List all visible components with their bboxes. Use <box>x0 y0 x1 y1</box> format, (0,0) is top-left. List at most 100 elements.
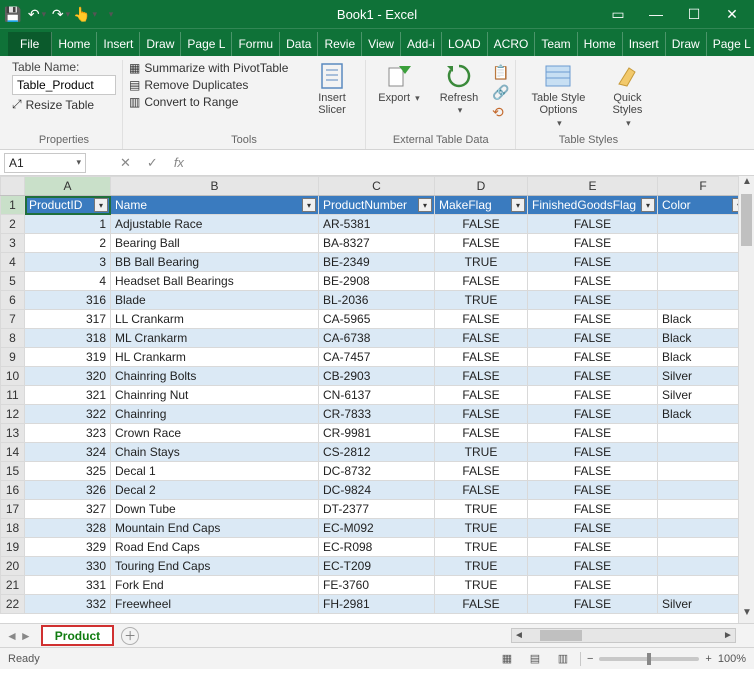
cell[interactable]: 2 <box>25 234 111 253</box>
cell[interactable] <box>658 234 749 253</box>
chevron-down-icon[interactable]: ▾ <box>76 157 81 168</box>
cell[interactable]: Black <box>658 405 749 424</box>
tab-insert[interactable]: Insert <box>623 32 666 56</box>
cell[interactable]: TRUE <box>435 253 528 272</box>
cell[interactable] <box>658 443 749 462</box>
row-header[interactable]: 1 <box>1 196 25 215</box>
normal-view-icon[interactable]: ▦ <box>496 651 518 667</box>
zoom-in-button[interactable]: + <box>705 653 711 665</box>
tab-draw[interactable]: Draw <box>666 32 707 56</box>
cell[interactable]: Decal 2 <box>111 481 319 500</box>
table-header-cell[interactable]: Color▾ <box>658 196 749 215</box>
cell[interactable]: Chainring <box>111 405 319 424</box>
table-header-cell[interactable]: ProductID▾ <box>25 196 111 215</box>
cell[interactable] <box>658 557 749 576</box>
cell[interactable]: DC-9824 <box>319 481 435 500</box>
cell[interactable]: FALSE <box>528 538 658 557</box>
cell[interactable]: FH-2981 <box>319 595 435 614</box>
tab-view[interactable]: View <box>362 32 401 56</box>
row-header[interactable]: 6 <box>1 291 25 310</box>
cell[interactable] <box>658 481 749 500</box>
tab-file[interactable]: File <box>8 32 52 56</box>
column-header-C[interactable]: C <box>319 177 435 196</box>
cell[interactable]: 316 <box>25 291 111 310</box>
cell[interactable]: CR-7833 <box>319 405 435 424</box>
row-header[interactable]: 20 <box>1 557 25 576</box>
cell[interactable]: FALSE <box>435 215 528 234</box>
name-box[interactable]: A1▾ <box>4 153 86 173</box>
cell[interactable]: BA-8327 <box>319 234 435 253</box>
cell[interactable]: FALSE <box>528 500 658 519</box>
cell[interactable]: FALSE <box>528 462 658 481</box>
cell[interactable]: FALSE <box>435 481 528 500</box>
cell[interactable]: 329 <box>25 538 111 557</box>
cell[interactable]: Blade <box>111 291 319 310</box>
fx-icon[interactable]: fx <box>170 155 188 170</box>
resize-table-button[interactable]: ⤢Resize Table <box>12 96 94 113</box>
cell[interactable]: 3 <box>25 253 111 272</box>
page-break-view-icon[interactable]: ▥ <box>552 651 574 667</box>
cell[interactable]: FALSE <box>435 348 528 367</box>
page-layout-view-icon[interactable]: ▤ <box>524 651 546 667</box>
cell[interactable]: FALSE <box>528 386 658 405</box>
cell[interactable]: CA-5965 <box>319 310 435 329</box>
sheet-nav-prev-icon[interactable]: ◄ <box>6 629 18 643</box>
cell[interactable]: CA-7457 <box>319 348 435 367</box>
cell[interactable]: FALSE <box>528 310 658 329</box>
cell[interactable]: FALSE <box>528 519 658 538</box>
cell[interactable]: FALSE <box>435 405 528 424</box>
sheet-tab-product[interactable]: Product <box>42 626 113 645</box>
filter-icon[interactable]: ▾ <box>302 198 316 212</box>
row-header[interactable]: 2 <box>1 215 25 234</box>
cell[interactable]: TRUE <box>435 291 528 310</box>
column-header-D[interactable]: D <box>435 177 528 196</box>
zoom-slider[interactable] <box>599 657 699 661</box>
cell[interactable]: Fork End <box>111 576 319 595</box>
cell[interactable]: FALSE <box>435 424 528 443</box>
filter-icon[interactable]: ▾ <box>511 198 525 212</box>
cell[interactable]: TRUE <box>435 443 528 462</box>
scroll-right-icon[interactable]: ► <box>721 630 735 641</box>
quick-styles-button[interactable]: Quick Styles▾ <box>600 60 654 131</box>
cell[interactable]: FALSE <box>435 272 528 291</box>
cell[interactable]: FALSE <box>435 462 528 481</box>
cell[interactable]: FALSE <box>528 329 658 348</box>
cell[interactable]: Bearing Ball <box>111 234 319 253</box>
cell[interactable]: Silver <box>658 595 749 614</box>
cell[interactable]: 1 <box>25 215 111 234</box>
row-header[interactable]: 22 <box>1 595 25 614</box>
vertical-scrollbar[interactable]: ▲ ▼ <box>738 176 754 623</box>
tab-draw[interactable]: Draw <box>140 32 181 56</box>
refresh-button[interactable]: Refresh ▾ <box>432 60 486 118</box>
table-header-cell[interactable]: Name▾ <box>111 196 319 215</box>
cell[interactable]: Freewheel <box>111 595 319 614</box>
cell[interactable]: 319 <box>25 348 111 367</box>
cell[interactable]: Touring End Caps <box>111 557 319 576</box>
cell[interactable]: TRUE <box>435 500 528 519</box>
cell[interactable]: FALSE <box>528 367 658 386</box>
cell[interactable]: EC-T209 <box>319 557 435 576</box>
cell[interactable]: 318 <box>25 329 111 348</box>
tab-team[interactable]: Team <box>535 32 577 56</box>
table-header-cell[interactable]: ProductNumber▾ <box>319 196 435 215</box>
row-header[interactable]: 11 <box>1 386 25 405</box>
row-header[interactable]: 10 <box>1 367 25 386</box>
select-all-cell[interactable] <box>1 177 25 196</box>
table-name-input[interactable] <box>12 75 116 95</box>
scroll-down-icon[interactable]: ▼ <box>739 607 754 623</box>
open-browser-icon[interactable]: 🔗 <box>492 84 509 101</box>
row-header[interactable]: 3 <box>1 234 25 253</box>
cell[interactable]: TRUE <box>435 576 528 595</box>
row-header[interactable]: 18 <box>1 519 25 538</box>
cell[interactable]: Chainring Nut <box>111 386 319 405</box>
cell[interactable] <box>658 215 749 234</box>
cell[interactable]: EC-R098 <box>319 538 435 557</box>
cell[interactable]: 321 <box>25 386 111 405</box>
tab-formu[interactable]: Formu <box>232 32 280 56</box>
column-header-E[interactable]: E <box>528 177 658 196</box>
row-header[interactable]: 5 <box>1 272 25 291</box>
row-header[interactable]: 8 <box>1 329 25 348</box>
column-header-A[interactable]: A <box>25 177 111 196</box>
cell[interactable]: FALSE <box>528 443 658 462</box>
cell[interactable]: BB Ball Bearing <box>111 253 319 272</box>
